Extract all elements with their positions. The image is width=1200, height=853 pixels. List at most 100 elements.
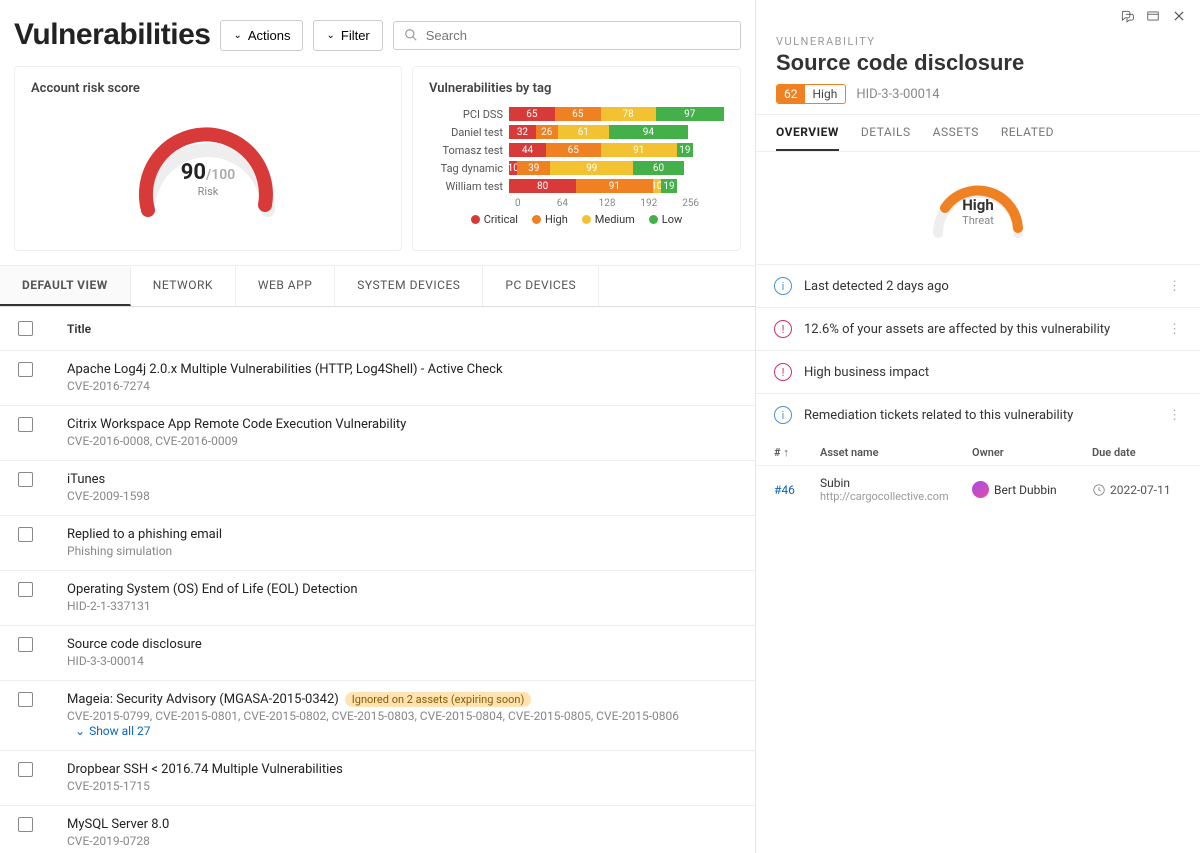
axis-tick: 64 [557,198,599,209]
panel-tabs: OVERVIEW DETAILS ASSETS RELATED [756,115,1200,152]
col-owner[interactable]: Owner [972,446,1092,459]
vuln-row[interactable]: Citrix Workspace App Remote Code Executi… [0,406,755,461]
search-icon [404,28,418,42]
legend-item: Critical [471,213,518,226]
more-icon[interactable]: ⋮ [1168,322,1182,337]
tag-chart-segment: 97 [656,107,724,121]
select-all-checkbox[interactable] [18,321,33,336]
axis-tick: 192 [640,198,682,209]
row-body: Mageia: Security Advisory (MGASA-2015-03… [67,692,737,739]
detail-panel: VULNERABILITY Source code disclosure 62 … [755,0,1200,853]
row-checkbox[interactable] [18,362,33,377]
avatar [972,481,989,498]
legend-dot [649,215,658,224]
ticket-owner: Bert Dubbin [972,481,1092,498]
panel-tab-related[interactable]: RELATED [1001,125,1054,151]
risk-score-card: Account risk score 90/100 Risk [14,66,402,251]
row-checkbox[interactable] [18,417,33,432]
tag-chart-label: Daniel test [429,126,509,139]
info-text: High business impact [804,365,929,380]
tab-pcdev[interactable]: PC DEVICES [483,266,599,306]
filter-label: Filter [341,28,370,43]
remediation-row[interactable]: #46 Subin http://cargocollective.com Ber… [756,465,1200,513]
row-checkbox[interactable] [18,472,33,487]
main-content: Vulnerabilities ⌄ Actions ⌄ Filter Accou… [0,0,755,853]
row-checkbox[interactable] [18,582,33,597]
tag-chart-segment: 65 [509,107,555,121]
col-due[interactable]: Due date [1092,446,1182,459]
asset-url: http://cargocollective.com [820,490,972,503]
tag-chart-segment: 32 [509,125,536,139]
tag-chart-label: PCI DSS [429,108,509,121]
legend-item: Medium [582,213,635,226]
vuln-row[interactable]: Dropbear SSH < 2016.74 Multiple Vulnerab… [0,751,755,806]
axis-tick: 256 [682,198,724,209]
search-input[interactable] [426,28,730,43]
vuln-row[interactable]: MySQL Server 8.0CVE-2019-0728 [0,806,755,853]
tab-webapp[interactable]: WEB APP [236,266,335,306]
tab-default[interactable]: DEFAULT VIEW [0,266,131,306]
ticket-number[interactable]: #46 [774,483,820,497]
tag-chart-label: William test [429,180,509,193]
legend-item: High [532,213,568,226]
severity-score: 62 [777,85,805,103]
tags-chart: PCI DSS65657897Daniel test32266194Tomasz… [429,106,724,194]
vuln-row[interactable]: Operating System (OS) End of Life (EOL) … [0,571,755,626]
more-icon[interactable]: ⋮ [1168,279,1182,294]
legend-label: Medium [595,213,635,226]
info-text: 12.6% of your assets are affected by thi… [804,322,1110,337]
panel-tab-assets[interactable]: ASSETS [933,125,979,151]
search-box[interactable] [393,21,741,50]
show-all-link[interactable]: ⌄Show all 27 [75,724,150,738]
vuln-row[interactable]: Replied to a phishing emailPhishing simu… [0,516,755,571]
asset-name: Subin [820,476,972,490]
chevron-down-icon: ⌄ [233,30,241,41]
row-checkbox[interactable] [18,527,33,542]
warning-icon: ! [774,363,792,381]
ticket-asset: Subin http://cargocollective.com [820,476,972,503]
row-subtitle: CVE-2016-7274 [67,379,150,393]
more-icon[interactable]: ⋮ [1168,408,1182,423]
tag-chart-bar: 44659119 [509,143,724,157]
row-body: Operating System (OS) End of Life (EOL) … [67,582,358,614]
panel-title: Source code disclosure [776,50,1180,76]
tags-card-title: Vulnerabilities by tag [429,81,724,96]
vuln-row[interactable]: iTunesCVE-2009-1598 [0,461,755,516]
row-checkbox[interactable] [18,762,33,777]
filter-button[interactable]: ⌄ Filter [313,20,382,51]
window-icon[interactable] [1146,8,1160,27]
top-bar: Vulnerabilities ⌄ Actions ⌄ Filter [0,0,755,66]
tag-chart-bar: 80911019 [509,179,724,193]
row-subtitle: CVE-2015-1715 [67,779,150,793]
legend-label: High [545,213,568,226]
info-text: Remediation tickets related to this vuln… [804,408,1073,423]
threat-level: High [962,196,994,214]
tab-sysdev[interactable]: SYSTEM DEVICES [335,266,483,306]
actions-button[interactable]: ⌄ Actions [220,20,303,51]
risk-score-value: 90 [181,160,206,185]
tab-network[interactable]: NETWORK [131,266,236,306]
due-date: 2022-07-11 [1110,483,1171,497]
row-title: iTunes [67,472,105,487]
legend-dot [582,215,591,224]
close-icon[interactable] [1172,8,1186,27]
row-subtitle: Phishing simulation [67,544,172,558]
vuln-row[interactable]: Source code disclosureHID-3-3-00014 [0,626,755,681]
page-title: Vulnerabilities [14,18,210,52]
info-business-impact: ! High business impact [756,350,1200,393]
tag-chart-segment: 19 [661,179,677,193]
col-num[interactable]: # ↑ [774,446,820,459]
row-checkbox[interactable] [18,817,33,832]
col-asset[interactable]: Asset name [820,446,972,459]
row-checkbox[interactable] [18,637,33,652]
view-tabs: DEFAULT VIEWNETWORKWEB APPSYSTEM DEVICES… [0,265,755,307]
chat-icon[interactable] [1120,8,1134,27]
tag-chart-segment: 78 [601,107,656,121]
panel-tab-details[interactable]: DETAILS [861,125,911,151]
panel-tab-overview[interactable]: OVERVIEW [776,125,839,151]
vuln-row[interactable]: Mageia: Security Advisory (MGASA-2015-03… [0,681,755,751]
row-checkbox[interactable] [18,692,33,707]
status-badge: Ignored on 2 assets (expiring soon) [345,692,532,707]
tag-chart-label: Tomasz test [429,144,509,157]
vuln-row[interactable]: Apache Log4j 2.0.x Multiple Vulnerabilit… [0,351,755,406]
